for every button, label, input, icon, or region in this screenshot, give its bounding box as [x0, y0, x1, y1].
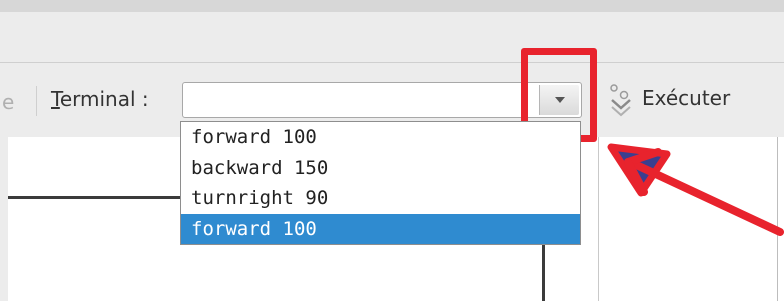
top-edge: [0, 0, 784, 12]
menu-area: [0, 12, 784, 62]
execute-button[interactable]: Exécuter: [600, 80, 760, 120]
dropdown-item-selected[interactable]: forward 100: [181, 213, 580, 244]
terminal-label-text: erminal :: [59, 87, 149, 111]
dropdown-item[interactable]: turnright 90: [181, 183, 580, 214]
dropdown-item[interactable]: backward 150: [181, 153, 580, 184]
panel-divider[interactable]: [598, 137, 599, 301]
annotation-arrow-shaft: [626, 158, 784, 236]
toolbar-item-fragment: e: [2, 90, 15, 114]
annotation-overlay: [607, 143, 784, 236]
terminal-label-mnemonic: T: [51, 87, 60, 111]
dropdown-item[interactable]: forward 100: [181, 122, 580, 153]
terminal-label: Terminal :: [51, 87, 149, 111]
execute-label: Exécuter: [642, 86, 731, 110]
toolbar-separator: [36, 86, 37, 116]
execute-icon: [610, 84, 631, 117]
terminal-history-dropdown[interactable]: forward 100 backward 150 turnright 90 fo…: [180, 121, 581, 245]
terminal-input[interactable]: [187, 87, 531, 115]
canvas-left-margin: [0, 137, 8, 301]
turtle-path-vertical: [542, 244, 545, 301]
turtle-path-horizontal: [8, 196, 182, 199]
